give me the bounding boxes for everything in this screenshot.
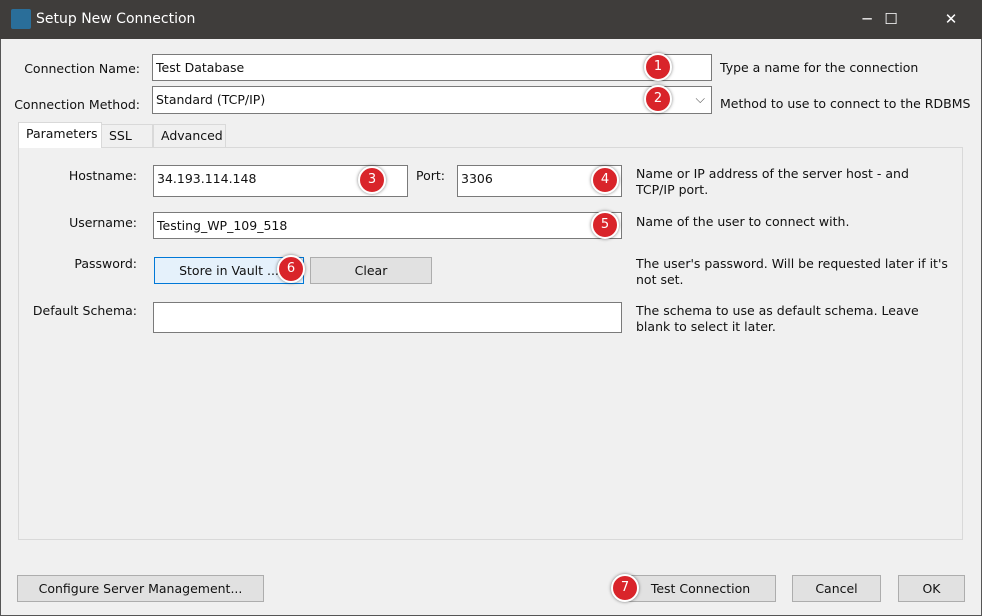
configure-server-management-button[interactable]: Configure Server Management... — [17, 575, 264, 602]
annotation-badge: 5 — [591, 211, 619, 239]
ok-button[interactable]: OK — [898, 575, 965, 602]
password-label: Password: — [74, 256, 137, 271]
parameters-panel — [18, 147, 963, 540]
schema-help: The schema to use as default schema. Lea… — [636, 303, 919, 335]
password-help-line: not set. — [636, 272, 684, 287]
username-help: Name of the user to connect with. — [636, 214, 850, 229]
default-schema-input[interactable] — [153, 302, 622, 333]
test-connection-button[interactable]: Test Connection — [625, 575, 776, 602]
cancel-button[interactable]: Cancel — [792, 575, 881, 602]
window-title: Setup New Connection — [36, 11, 196, 27]
maximize-button[interactable]: ☐ — [868, 0, 914, 39]
port-label: Port: — [416, 168, 445, 183]
host-help-line: TCP/IP port. — [636, 182, 709, 197]
title-bar: Setup New Connection ─ ☐ ✕ — [0, 0, 982, 39]
tab-ssl[interactable]: SSL — [101, 124, 153, 148]
connection-method-label: Connection Method: — [14, 97, 140, 112]
username-input[interactable]: Testing_WP_109_518 — [153, 212, 622, 239]
hostname-label: Hostname: — [68, 168, 137, 183]
username-label: Username: — [69, 215, 137, 230]
annotation-badge: 4 — [591, 166, 619, 194]
annotation-badge: 1 — [644, 53, 672, 81]
chevron-down-icon: ⌵ — [695, 91, 705, 106]
annotation-badge: 2 — [644, 85, 672, 113]
schema-help-line: blank to select it later. — [636, 319, 776, 334]
annotation-badge: 6 — [277, 255, 305, 283]
clear-password-button[interactable]: Clear — [310, 257, 432, 284]
tab-parameters[interactable]: Parameters — [18, 122, 102, 148]
default-schema-label: Default Schema: — [32, 303, 137, 318]
tab-advanced[interactable]: Advanced — [153, 124, 226, 148]
password-help: The user's password. Will be requested l… — [636, 256, 948, 288]
annotation-badge: 3 — [358, 166, 386, 194]
connection-method-select[interactable]: Standard (TCP/IP) ⌵ — [152, 86, 712, 114]
connection-method-value: Standard (TCP/IP) — [156, 92, 266, 107]
mysql-workbench-icon — [11, 9, 31, 29]
connection-method-help: Method to use to connect to the RDBMS — [720, 96, 971, 111]
connection-name-label: Connection Name: — [24, 61, 140, 76]
connection-name-input[interactable]: Test Database — [152, 54, 712, 81]
annotation-badge: 7 — [611, 574, 639, 602]
password-help-line: The user's password. Will be requested l… — [636, 256, 948, 271]
connection-name-help: Type a name for the connection — [720, 60, 919, 75]
schema-help-line: The schema to use as default schema. Lea… — [636, 303, 919, 318]
host-help: Name or IP address of the server host - … — [636, 166, 909, 198]
host-help-line: Name or IP address of the server host - … — [636, 166, 909, 181]
close-button[interactable]: ✕ — [928, 0, 974, 39]
